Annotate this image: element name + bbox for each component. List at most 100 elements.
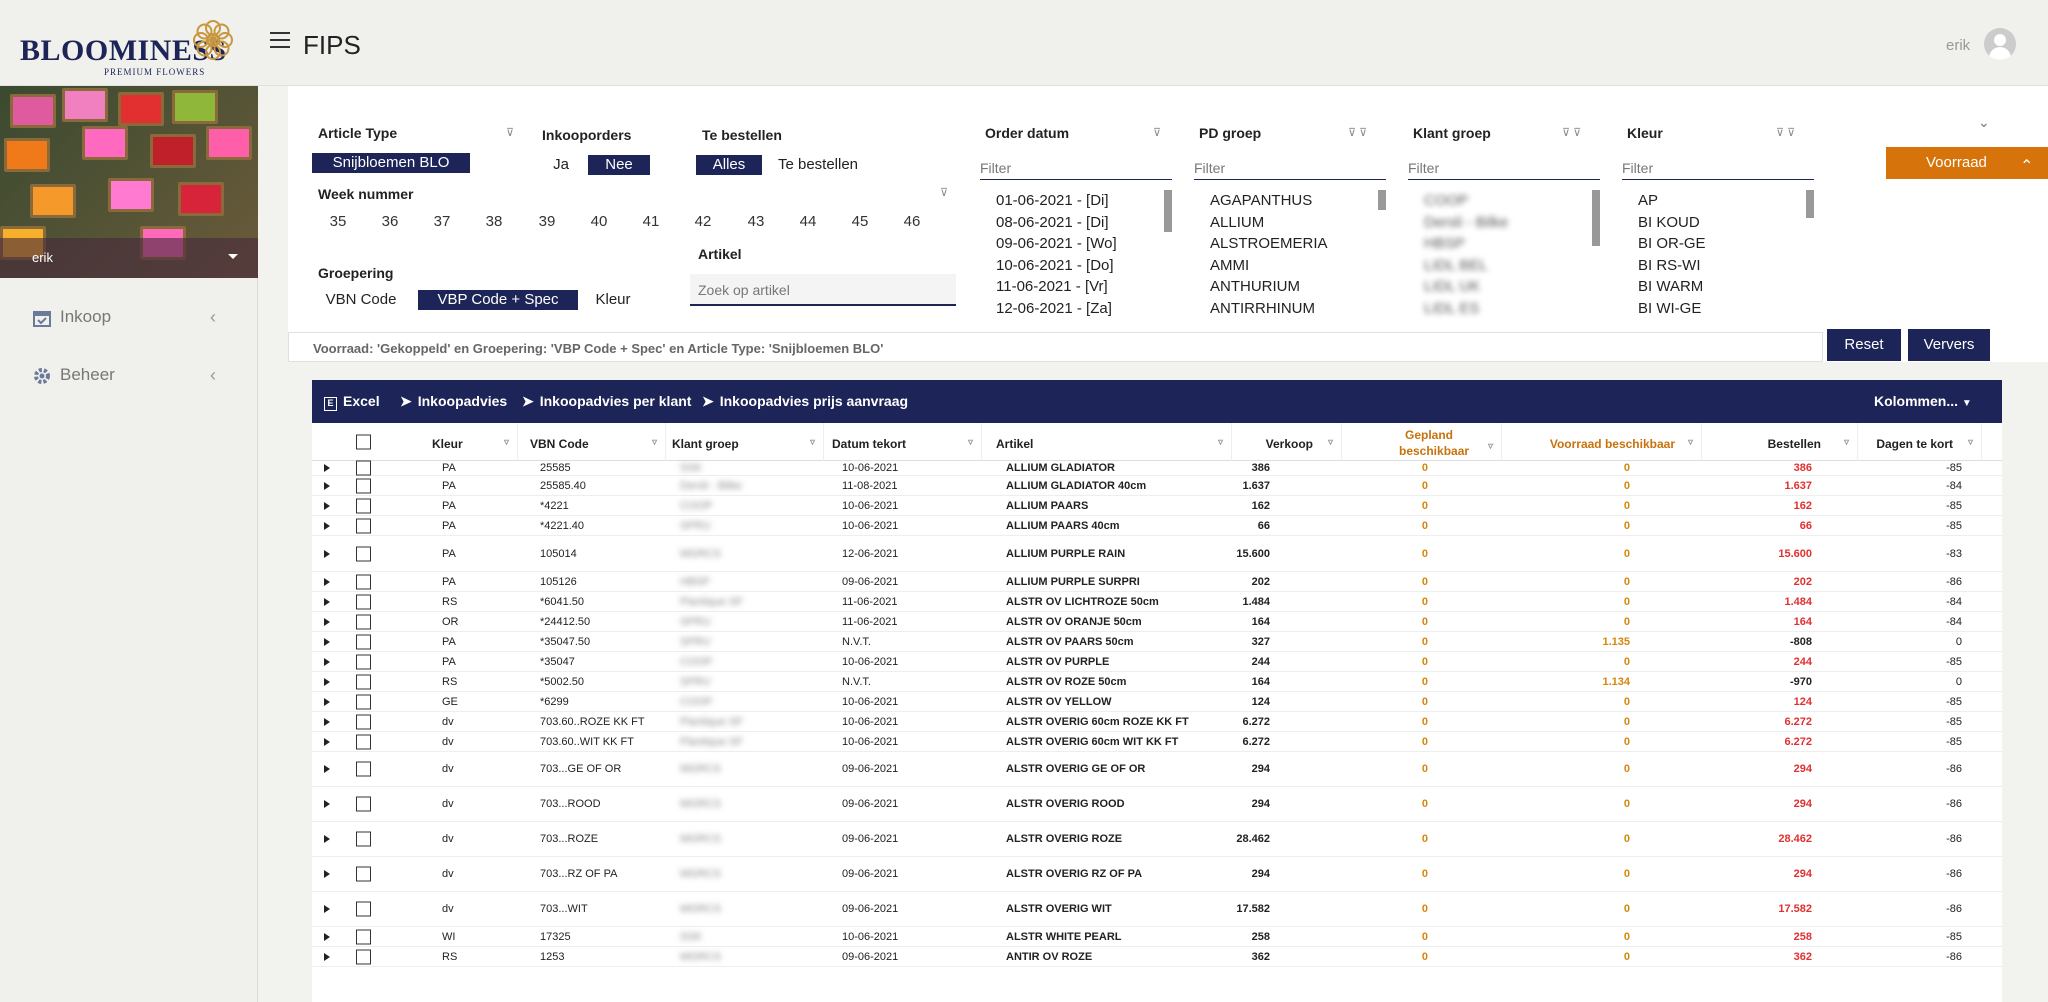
article-type-chip[interactable]: Snijbloemen BLO (312, 153, 470, 173)
table-row[interactable]: dv 703...RZ OF PA MGRCS 09-06-2021 ALSTR OVE… (312, 857, 2002, 892)
table-row[interactable]: PA *35047.50 SPRU N.V.T. ALSTR OV PAARS 50cm… (312, 632, 2002, 652)
scrollbar-thumb[interactable] (1164, 190, 1172, 232)
order-datum-item[interactable]: 12-06-2021 - [Za] (996, 298, 1172, 320)
excel-export-button[interactable]: E Excel (324, 393, 380, 411)
collapse-chevron-icon[interactable]: ⌄ (1978, 114, 1990, 131)
week-37[interactable]: 37 (422, 213, 462, 233)
column-header-artikel[interactable]: Artikel ▿ (996, 423, 1232, 461)
row-checkbox[interactable] (356, 478, 371, 493)
week-41[interactable]: 41 (631, 213, 671, 233)
table-row[interactable]: PA 25585.40 Dersli - Bilke 11-08-2021 ALLIUM… (312, 476, 2002, 496)
filter-icon[interactable]: ▿ (1844, 437, 1849, 448)
inkoopadvies-per-klant-button[interactable]: ➤ Inkoopadvies per klant (522, 393, 691, 410)
kleur-item[interactable]: BI KOUD (1638, 212, 1814, 234)
filter-icon[interactable]: ▿ (1488, 439, 1493, 455)
expand-triangle-icon[interactable] (324, 717, 330, 726)
klant-groep-filter-input[interactable]: Filter (1408, 154, 1600, 180)
table-row[interactable]: OR *24412.50 SPRU 11-06-2021 ALSTR OV ORANJE… (312, 612, 2002, 632)
row-checkbox[interactable] (356, 574, 371, 589)
week-42[interactable]: 42 (683, 213, 723, 233)
row-checkbox[interactable] (356, 654, 371, 669)
expand-triangle-icon[interactable] (324, 765, 330, 773)
expand-triangle-icon[interactable] (324, 481, 330, 490)
filter-icon[interactable]: ▿ (1218, 437, 1223, 448)
column-header-vbn-code[interactable]: VBN Code ▿ (530, 423, 666, 461)
week-35[interactable]: 35 (318, 213, 358, 233)
table-row[interactable]: dv 703...GE OF OR MGRCS 09-06-2021 ALSTR OVE… (312, 752, 2002, 787)
row-checkbox[interactable] (356, 546, 371, 561)
kleur-list[interactable]: AP BI KOUD BI OR-GE BI RS-WI BI WARM BI … (1622, 190, 1814, 320)
table-row[interactable]: RS *5002.50 SPRU N.V.T. ALSTR OV ROZE 50cm 16… (312, 672, 2002, 692)
week-44[interactable]: 44 (788, 213, 828, 233)
week-46[interactable]: 46 (892, 213, 932, 233)
filter-icon[interactable]: ▿ (1688, 437, 1693, 448)
row-checkbox[interactable] (356, 674, 371, 689)
week-36[interactable]: 36 (370, 213, 410, 233)
order-datum-item[interactable]: 10-06-2021 - [Do] (996, 255, 1172, 277)
column-header-voorraad-beschikbaar[interactable]: Voorraad beschikbaar ▿ (1502, 423, 1702, 461)
filter-clear-icon[interactable]: ⊽ (940, 186, 948, 199)
kleur-item[interactable]: BI RS-WI (1638, 255, 1814, 277)
row-checkbox[interactable] (356, 831, 371, 847)
klant-groep-list[interactable]: COOP Dersli - Bilke HBSP LIDL BEL LIDL U… (1408, 190, 1600, 320)
pd-groep-filter-input[interactable]: Filter (1194, 154, 1386, 180)
scrollbar-thumb[interactable] (1806, 190, 1814, 218)
expand-triangle-icon[interactable] (324, 737, 330, 746)
filter-icon[interactable]: ⊽ ⊽ (1562, 126, 1581, 139)
order-datum-item[interactable]: 09-06-2021 - [Wo] (996, 233, 1172, 255)
groepering-kleur-button[interactable]: Kleur (578, 290, 648, 310)
row-checkbox[interactable] (356, 949, 371, 964)
expand-triangle-icon[interactable] (324, 464, 330, 472)
kleur-filter-input[interactable]: Filter (1622, 154, 1814, 180)
week-38[interactable]: 38 (474, 213, 514, 233)
pd-groep-item[interactable]: AMMI (1210, 255, 1386, 277)
table-row[interactable]: dv 703...ROZE MGRCS 09-06-2021 ALSTR OVERIG … (312, 822, 2002, 857)
user-avatar-icon[interactable] (1984, 28, 2016, 60)
sidebar-item-inkoop[interactable]: Inkoop ‹ (32, 305, 232, 331)
inkoopadvies-button[interactable]: ➤ Inkoopadvies (400, 393, 507, 410)
table-row[interactable]: PA *4221.40 SPRU 10-06-2021 ALLIUM PAARS 40c… (312, 516, 2002, 536)
column-header-bestellen[interactable]: Bestellen ▿ (1702, 423, 1858, 461)
user-name[interactable]: erik (1946, 37, 1970, 54)
filter-clear-icon[interactable]: ⊽ (506, 126, 514, 139)
filter-icon[interactable]: ▿ (810, 437, 815, 448)
expand-triangle-icon[interactable] (324, 932, 330, 941)
scrollbar-thumb[interactable] (1592, 190, 1600, 246)
table-row[interactable]: WI 17325 SSK 10-06-2021 ALSTR WHITE PEARL 258… (312, 927, 2002, 947)
inkooporders-ja-button[interactable]: Ja (536, 155, 586, 175)
table-row[interactable]: GE *6299 COOP 10-06-2021 ALSTR OV YELLOW 124 0… (312, 692, 2002, 712)
column-header-kleur[interactable]: Kleur ▿ (432, 423, 518, 461)
filter-icon[interactable]: ▿ (504, 437, 509, 448)
row-checkbox[interactable] (356, 594, 371, 609)
voorraad-toggle-button[interactable]: Voorraad ⌃ (1886, 147, 2048, 179)
order-datum-item[interactable]: 01-06-2021 - [Di] (996, 190, 1172, 212)
expand-triangle-icon[interactable] (324, 617, 330, 626)
row-checkbox[interactable] (356, 460, 371, 476)
kleur-item[interactable]: BI OR-GE (1638, 233, 1814, 255)
row-checkbox[interactable] (356, 714, 371, 729)
groepering-vbp-button[interactable]: VBP Code + Spec (418, 290, 578, 310)
column-header-klant-groep[interactable]: Klant groep ▿ (672, 423, 824, 461)
table-row[interactable]: PA 25585 SSK 10-06-2021 ALLIUM GLADIATOR 386 0… (312, 460, 2002, 476)
klant-groep-item[interactable]: LIDL ES (1424, 298, 1600, 320)
expand-triangle-icon[interactable] (324, 501, 330, 510)
expand-triangle-icon[interactable] (324, 657, 330, 666)
filter-icon[interactable]: ⊽ ⊽ (1348, 126, 1367, 139)
expand-triangle-icon[interactable] (324, 905, 330, 913)
row-checkbox[interactable] (356, 734, 371, 749)
groepering-vbn-button[interactable]: VBN Code (312, 290, 410, 310)
filter-clear-icon[interactable]: ⊽ (1153, 126, 1161, 139)
expand-triangle-icon[interactable] (324, 800, 330, 808)
table-row[interactable]: PA 105126 HBSP 09-06-2021 ALLIUM PURPLE SURP… (312, 572, 2002, 592)
row-checkbox[interactable] (356, 518, 371, 533)
row-checkbox[interactable] (356, 761, 371, 777)
expand-triangle-icon[interactable] (324, 521, 330, 530)
expand-triangle-icon[interactable] (324, 870, 330, 878)
table-row[interactable]: RS *6041.50 Plantique SF 11-06-2021 ALSTR OV… (312, 592, 2002, 612)
klant-groep-item[interactable]: COOP (1424, 190, 1600, 212)
expand-triangle-icon[interactable] (324, 697, 330, 706)
filter-icon[interactable]: ▿ (1328, 437, 1333, 448)
expand-triangle-icon[interactable] (324, 577, 330, 586)
expand-triangle-icon[interactable] (324, 637, 330, 646)
klant-groep-item[interactable]: HBSP (1424, 233, 1600, 255)
